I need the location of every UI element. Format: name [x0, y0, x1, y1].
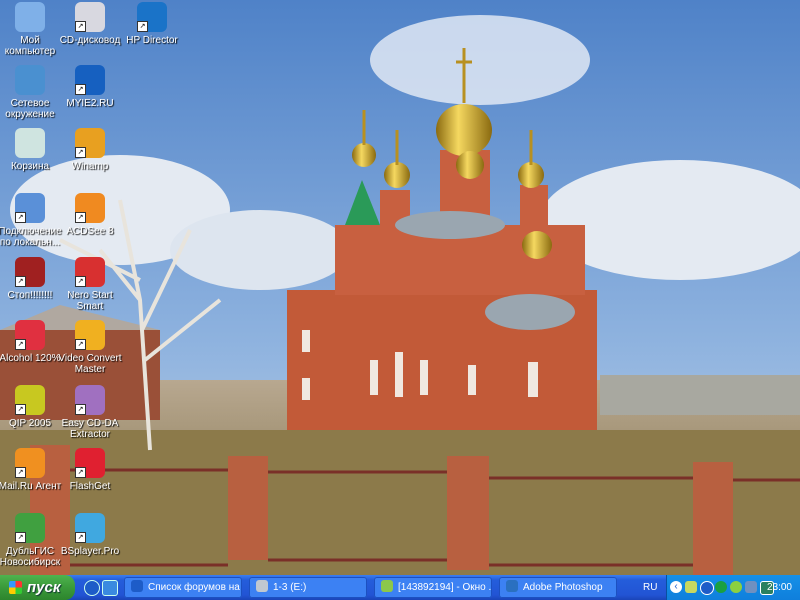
taskbar: пуск Список форумов на ... 1-3 (E:) [14389… — [0, 575, 800, 600]
task-app-icon — [256, 580, 268, 592]
desktop-icon-label: HP Director — [126, 35, 178, 46]
tray-messenger-icon[interactable] — [685, 581, 697, 593]
desktop-icon-label: FlashGet — [69, 481, 111, 492]
desktop-icon[interactable]: ↗ BSplayer.Pro — [55, 513, 125, 557]
shortcut-arrow-icon: ↗ — [15, 467, 26, 478]
quick-launch-myie-icon[interactable] — [84, 580, 100, 596]
task-label: Список форумов на ... — [148, 582, 242, 593]
qip-icon: ↗ — [15, 385, 45, 415]
desktop-icon-label: ACDSee 8 — [66, 226, 114, 237]
shortcut-arrow-icon: ↗ — [75, 404, 86, 415]
video-convert-icon: ↗ — [75, 320, 105, 350]
taskbar-button[interactable]: 1-3 (E:) — [249, 577, 367, 598]
winamp-icon: ↗ — [75, 128, 105, 158]
taskbar-button[interactable]: Adobe Photoshop — [499, 577, 617, 598]
network-icon — [15, 65, 45, 95]
shortcut-arrow-icon: ↗ — [15, 339, 26, 350]
task-app-icon — [381, 580, 393, 592]
clock[interactable]: 23:00 — [767, 575, 792, 600]
desktop-icon[interactable]: ↗ Video Convert Master — [55, 320, 125, 375]
shortcut-arrow-icon: ↗ — [75, 21, 86, 32]
desktop-icon[interactable]: ↗ CD-дисковод — [55, 2, 125, 46]
windows-logo-icon — [9, 581, 22, 594]
start-button[interactable]: пуск — [0, 575, 75, 600]
desktop-icon[interactable]: ↗ MYIE2.RU — [55, 65, 125, 109]
tray-icq-icon[interactable] — [730, 581, 742, 593]
shortcut-arrow-icon: ↗ — [75, 467, 86, 478]
shortcut-arrow-icon: ↗ — [15, 404, 26, 415]
shortcut-arrow-icon: ↗ — [75, 339, 86, 350]
start-label: пуск — [27, 579, 61, 596]
task-app-icon — [506, 580, 518, 592]
desktop-icon-label: CD-дисковод — [59, 35, 121, 46]
task-app-icon — [131, 580, 143, 592]
desktop-icon-label: Nero Start Smart — [67, 290, 113, 312]
shortcut-arrow-icon: ↗ — [75, 84, 86, 95]
shortcut-arrow-icon: ↗ — [15, 276, 26, 287]
shortcut-arrow-icon: ↗ — [75, 212, 86, 223]
hp-director-icon: ↗ — [137, 2, 167, 32]
desktop-icon[interactable]: ↗ HP Director — [117, 2, 187, 46]
my-computer-icon — [15, 2, 45, 32]
task-label: [143892194] - Окно ... — [398, 582, 492, 593]
cd-extractor-icon: ↗ — [75, 385, 105, 415]
acdsee-icon: ↗ — [75, 193, 105, 223]
tray-myie-icon[interactable] — [700, 581, 714, 595]
system-tray: ‹ 23:00 — [666, 575, 800, 600]
flashget-icon: ↗ — [75, 448, 105, 478]
shortcut-arrow-icon: ↗ — [75, 532, 86, 543]
cd-drive-icon: ↗ — [75, 2, 105, 32]
quick-launch-desktop-icon[interactable] — [102, 580, 118, 596]
recycle-bin-icon — [15, 128, 45, 158]
task-label: Adobe Photoshop — [523, 582, 603, 593]
task-label: 1-3 (E:) — [273, 582, 307, 593]
nero-icon: ↗ — [75, 257, 105, 287]
taskbar-button[interactable]: [143892194] - Окно ... — [374, 577, 492, 598]
desktop-icon[interactable]: ↗ Winamp — [55, 128, 125, 172]
desktop-icon-label: Winamp — [71, 161, 109, 172]
stop-icon: ↗ — [15, 257, 45, 287]
mailru-agent-icon: ↗ — [15, 448, 45, 478]
tray-expand-icon[interactable]: ‹ — [670, 581, 682, 593]
tray-network-icon[interactable] — [745, 581, 757, 593]
shortcut-arrow-icon: ↗ — [75, 276, 86, 287]
desktop-icon[interactable]: ↗ Nero Start Smart — [55, 257, 125, 312]
myie2-icon: ↗ — [75, 65, 105, 95]
2gis-icon: ↗ — [15, 513, 45, 543]
shortcut-arrow-icon: ↗ — [75, 147, 86, 158]
desktop-icon[interactable]: ↗ ACDSee 8 — [55, 193, 125, 237]
bsplayer-icon: ↗ — [75, 513, 105, 543]
taskbar-button[interactable]: Список форумов на ... — [124, 577, 242, 598]
desktop-icon-label: BSplayer.Pro — [60, 546, 120, 557]
alcohol-icon: ↗ — [15, 320, 45, 350]
desktop-icon-label: Video Convert Master — [58, 353, 122, 375]
shortcut-arrow-icon: ↗ — [137, 21, 148, 32]
desktop-icon[interactable]: ↗ FlashGet — [55, 448, 125, 492]
tray-mailru-icon[interactable] — [715, 581, 727, 593]
desktop-icon-label: MYIE2.RU — [66, 98, 114, 109]
shortcut-arrow-icon: ↗ — [15, 212, 26, 223]
shortcut-arrow-icon: ↗ — [15, 532, 26, 543]
desktop-icon-label: Easy CD-DA Extractor — [61, 418, 119, 440]
desktop-icon[interactable]: ↗ Easy CD-DA Extractor — [55, 385, 125, 440]
local-connection-icon: ↗ — [15, 193, 45, 223]
language-indicator[interactable]: RU — [643, 575, 657, 600]
